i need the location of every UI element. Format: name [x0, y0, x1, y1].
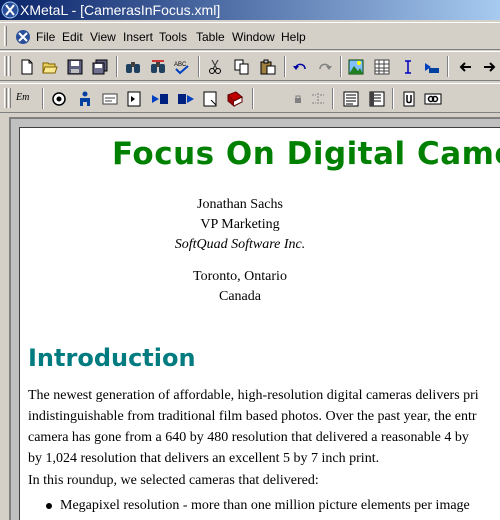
open-icon[interactable]	[40, 57, 60, 77]
normal-view-icon[interactable]	[367, 89, 387, 109]
back-arrow-icon[interactable]	[455, 57, 475, 77]
paragraph-line[interactable]: In this roundup, we selected cameras tha…	[28, 472, 319, 490]
element-list-icon[interactable]	[49, 89, 69, 109]
paragraph-line[interactable]: The newest generation of affordable, hig…	[28, 387, 479, 405]
undo-icon[interactable]	[290, 57, 310, 77]
document-menu-icon[interactable]	[14, 28, 32, 46]
link-icon[interactable]	[423, 89, 443, 109]
save-icon[interactable]	[65, 57, 85, 77]
menu-edit[interactable]: Edit	[62, 30, 83, 44]
toolbar-grip[interactable]	[4, 88, 7, 108]
lock-icon[interactable]	[288, 89, 308, 109]
em-element-label[interactable]: Em	[16, 92, 29, 103]
svg-text:ABC: ABC	[174, 62, 187, 68]
toolbar-separator	[340, 56, 342, 77]
toolbar-separator	[42, 88, 44, 109]
toolbar-separator	[284, 56, 286, 77]
company-name[interactable]: SoftQuad Software Inc.	[20, 236, 460, 254]
form-icon[interactable]	[100, 89, 120, 109]
page-icon[interactable]	[124, 89, 144, 109]
insert-table-icon[interactable]	[372, 57, 392, 77]
menu-view[interactable]: View	[90, 30, 116, 44]
book-icon[interactable]	[225, 89, 245, 109]
toolbar-grip[interactable]	[8, 88, 11, 108]
author-name[interactable]: Jonathan Sachs	[20, 196, 460, 214]
forward-arrow-icon[interactable]	[480, 57, 500, 77]
split-icon[interactable]	[308, 89, 328, 109]
section-heading[interactable]: Introduction	[28, 344, 196, 372]
spellcheck-icon[interactable]: ABC	[172, 57, 192, 77]
cut-icon[interactable]	[205, 57, 225, 77]
save-all-icon[interactable]	[90, 57, 110, 77]
paragraph-line[interactable]: indistinguishable from traditional film …	[28, 408, 477, 426]
list-item[interactable]: Megapixel resolution - more than one mil…	[60, 497, 470, 515]
paragraph-line[interactable]: by 1,024 resolution that delivers an exc…	[28, 450, 379, 468]
redo-icon[interactable]	[315, 57, 335, 77]
title-bar: XMetaL - [CamerasInFocus.xml]	[0, 0, 500, 20]
standard-toolbar: ABC	[0, 51, 500, 81]
menu-tools[interactable]: Tools	[159, 30, 187, 44]
tags-view-icon[interactable]	[341, 89, 361, 109]
next-icon[interactable]	[176, 89, 196, 109]
country-line[interactable]: Canada	[20, 288, 460, 306]
menu-insert[interactable]: Insert	[123, 30, 153, 44]
paste-icon[interactable]	[258, 57, 278, 77]
menu-help[interactable]: Help	[281, 30, 306, 44]
plain-view-icon[interactable]	[399, 89, 419, 109]
toolbar-grip[interactable]	[4, 56, 7, 76]
insert-image-icon[interactable]	[346, 57, 366, 77]
document-title[interactable]: Focus On Digital Came	[112, 136, 500, 172]
menubar-grip[interactable]	[4, 26, 7, 46]
menu-table[interactable]: Table	[196, 30, 225, 44]
move-right-icon[interactable]	[150, 89, 170, 109]
toolbar-separator	[116, 56, 118, 77]
element-icon[interactable]	[422, 57, 442, 77]
window-title: XMetaL - [CamerasInFocus.xml]	[20, 2, 221, 18]
toolbar-separator	[332, 88, 334, 109]
toolbar-separator	[392, 88, 394, 109]
text-cursor-icon[interactable]	[398, 57, 418, 77]
copy-icon[interactable]	[232, 57, 252, 77]
paragraph-line[interactable]: camera has gone from a 640 by 480 resolu…	[28, 429, 469, 447]
find-replace-icon[interactable]	[148, 57, 168, 77]
flag-icon[interactable]	[200, 89, 220, 109]
toolbar-separator	[198, 56, 200, 77]
city-line[interactable]: Toronto, Ontario	[20, 268, 460, 286]
document-page[interactable]: Focus On Digital Came Jonathan Sachs VP …	[19, 127, 500, 520]
toolbar-separator	[252, 88, 254, 109]
author-position[interactable]: VP Marketing	[20, 216, 460, 234]
toolbar-grip[interactable]	[8, 56, 11, 76]
person-icon[interactable]	[75, 89, 95, 109]
new-icon[interactable]	[17, 57, 37, 77]
bullet-marker	[46, 503, 52, 509]
find-icon[interactable]	[123, 57, 143, 77]
toolbar-separator	[447, 56, 449, 77]
xmetal-app-icon[interactable]	[1, 1, 19, 19]
menu-bar: File Edit View Insert Tools Table Window…	[0, 22, 500, 50]
markup-toolbar: Em	[0, 83, 500, 113]
menu-file[interactable]: File	[36, 30, 55, 44]
menu-window[interactable]: Window	[232, 30, 275, 44]
